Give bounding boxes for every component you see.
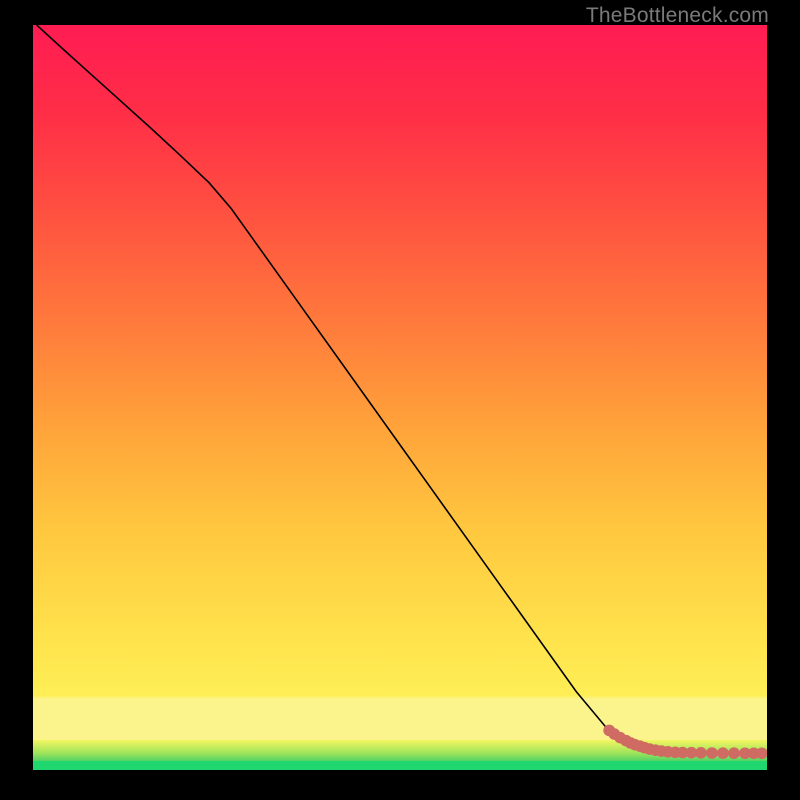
chart-stage: TheBottleneck.com <box>0 0 800 800</box>
markers-layer <box>33 25 767 759</box>
marker-point <box>706 747 718 759</box>
marker-point <box>717 747 729 759</box>
marker-point <box>695 747 707 759</box>
plot-area <box>33 25 767 770</box>
marker-point <box>728 747 740 759</box>
